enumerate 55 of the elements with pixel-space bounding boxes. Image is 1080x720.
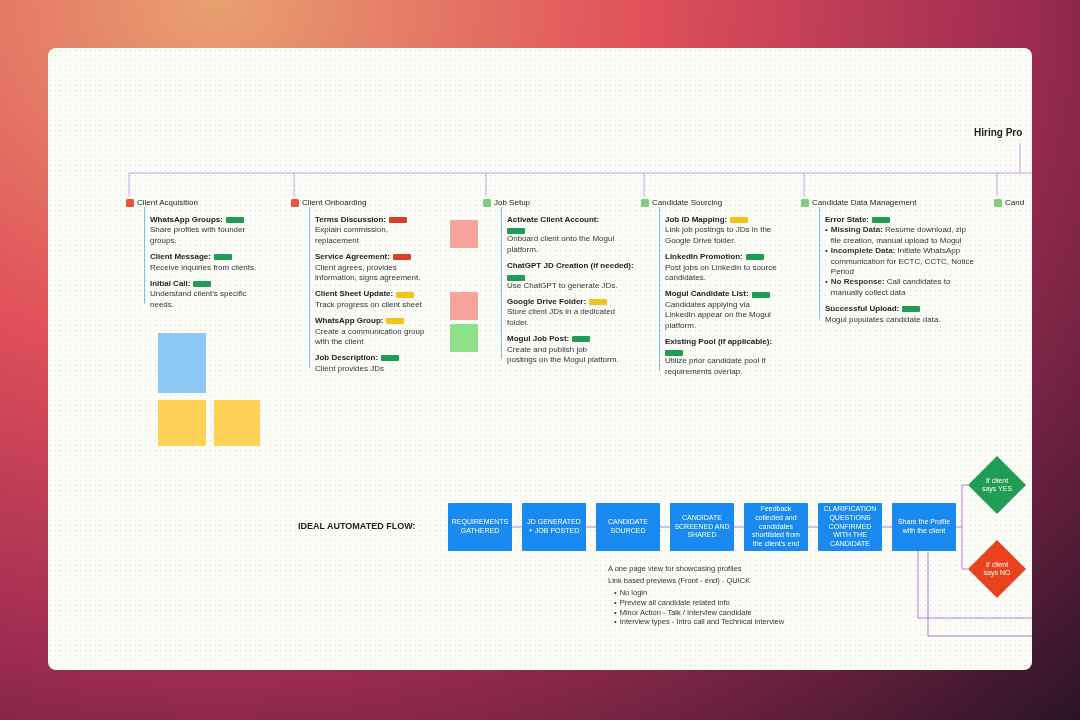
item-label: Job ID Mapping: <box>665 215 728 226</box>
bullet-text: No Response: Call candidates to manually collect data <box>830 277 952 299</box>
item-label: Mogul Job Post: <box>507 334 570 345</box>
item-description: Mogul populates candidate data. <box>825 314 942 325</box>
item-description: Client provides JDs <box>315 363 385 375</box>
item-label: Service Agreement: <box>315 252 390 263</box>
item-label: Client Sheet Update: <box>315 289 394 300</box>
section-title: Client Onboarding <box>302 198 367 207</box>
bullet-text: Missing Data: Resume download, zip file creation, manual upload to Mogul <box>830 225 967 247</box>
item-label: Mogul Candidate List: <box>665 289 749 300</box>
section-title: Cand <box>1005 198 1025 207</box>
bullet-marker: • <box>825 225 828 236</box>
item-description: Post jobs on LinkedIn to source candidates. <box>665 262 777 284</box>
item-description: Link job postings to JDs in the Google Drive folder. <box>665 225 773 247</box>
connector-line <box>511 526 523 528</box>
section-title: Job Setup <box>494 198 531 207</box>
section-title: Client Acquisition <box>137 198 198 207</box>
item-description: Share profiles with founder groups. <box>150 225 247 247</box>
bullet-marker: • <box>825 246 828 257</box>
connector-line <box>659 526 671 528</box>
item-description: Create a communication group with the client <box>315 326 426 348</box>
item-description: Create and publish job postings on the Mogul platform. <box>507 344 619 366</box>
item-description: Understand client's specific needs. <box>150 289 248 311</box>
item-label: LinkedIn Promotion: <box>665 252 743 263</box>
item-label: WhatsApp Group: <box>315 316 384 327</box>
item-label: ChatGPT JD Creation (if needed): <box>507 261 634 272</box>
flow-title: IDEAL AUTOMATED FLOW: <box>298 521 416 531</box>
section-title: Candidate Data Management <box>812 198 917 207</box>
item-description: Client agrees, provides information, signs agreement. <box>315 262 422 284</box>
item-description: Receive inquiries from clients. <box>150 262 258 273</box>
item-description: Track progress on client sheet <box>315 299 423 311</box>
item-description: Utilize prior candidate pool if requirements overlap. <box>665 356 767 378</box>
connector-line <box>807 526 819 528</box>
item-description: Onboard client onto the Mogul platform. <box>507 234 616 256</box>
board-title: Hiring Pro <box>974 127 1023 138</box>
item-label: Activate Client Account: <box>507 215 600 226</box>
item-description: Store client JDs in a dedicated folder. <box>507 307 617 329</box>
item-label: Initial Call: <box>150 278 191 290</box>
connector-line <box>881 526 893 528</box>
bullet-text: Incomplete Data: Initiate WhatsApp communication for ECTC, CCTC, Notice Period <box>830 246 975 278</box>
item-description: Candidates applying via LinkedIn appear on the Mogul platform. <box>665 299 772 331</box>
item-label: Successful Upload: <box>825 304 900 315</box>
item-label: Terms Discussion: <box>315 215 386 226</box>
item-description: Use ChatGPT to generate JDs. <box>507 280 619 291</box>
bullet-marker: • <box>825 277 828 288</box>
connector-line <box>585 526 597 528</box>
connector-line <box>733 526 745 528</box>
item-label: WhatsApp Groups: <box>150 215 223 226</box>
item-label: Client Message: <box>150 252 211 263</box>
item-label: Google Drive Folder: <box>507 296 587 308</box>
item-description: Explain commission, replacement <box>315 225 389 247</box>
item-label: Error State: <box>825 215 869 226</box>
item-label: Existing Pool (if applicable): <box>665 336 773 348</box>
section-title: Candidate Sourcing <box>652 198 723 207</box>
item-label: Job Description: <box>315 353 379 364</box>
